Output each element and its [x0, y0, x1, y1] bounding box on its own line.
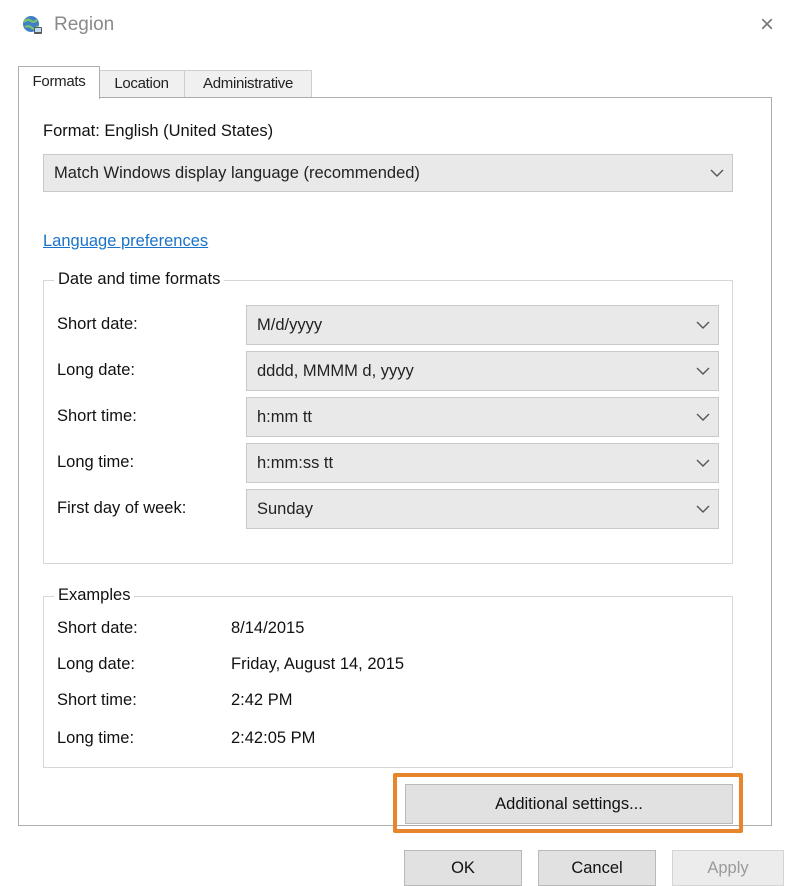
example-long-date-label: Long date: — [57, 655, 135, 673]
cancel-button[interactable]: Cancel — [538, 850, 656, 886]
short-date-value: M/d/yyyy — [257, 315, 323, 334]
globe-network-icon — [23, 16, 42, 34]
short-date-label: Short date: — [57, 315, 138, 333]
first-day-of-week-select[interactable]: Sunday — [246, 489, 719, 529]
example-short-time-label: Short time: — [57, 691, 137, 709]
close-icon[interactable]: × — [752, 10, 782, 40]
format-label: Format: English (United States) — [43, 122, 274, 140]
ok-button[interactable]: OK — [404, 850, 522, 886]
tab-administrative[interactable]: Administrative — [184, 70, 312, 97]
format-select-value: Match Windows display language (recommen… — [54, 163, 420, 182]
group-title: Date and time formats — [54, 270, 225, 289]
tab-location[interactable]: Location — [98, 70, 185, 97]
example-short-date-label: Short date: — [57, 619, 138, 637]
formats-tab-panel: Format: English (United States) Match Wi… — [18, 97, 772, 833]
example-short-time-value: 2:42 PM — [231, 691, 293, 709]
first-day-of-week-label: First day of week: — [57, 499, 187, 517]
example-long-time-label: Long time: — [57, 729, 135, 747]
short-time-select[interactable]: h:mm tt — [246, 397, 719, 437]
region-dialog: Region × Formats Location Administrative… — [0, 0, 788, 886]
short-time-label: Short time: — [57, 407, 137, 425]
window-title: Region — [54, 14, 115, 35]
example-long-date-value: Friday, August 14, 2015 — [231, 655, 405, 673]
title-bar: Region × — [0, 0, 788, 52]
example-short-date-value: 8/14/2015 — [231, 619, 305, 637]
chevron-down-icon — [696, 367, 710, 375]
long-date-select[interactable]: dddd, MMMM d, yyyy — [246, 351, 719, 391]
chevron-down-icon — [710, 169, 724, 177]
long-date-label: Long date: — [57, 361, 135, 379]
chevron-down-icon — [696, 413, 710, 421]
group-title: Examples — [54, 586, 135, 605]
apply-button[interactable]: Apply — [672, 850, 784, 886]
format-select[interactable]: Match Windows display language (recommen… — [43, 154, 733, 192]
example-long-time-value: 2:42:05 PM — [231, 729, 316, 747]
examples-group: Examples Short date: 8/14/2015 Long date… — [43, 586, 733, 768]
short-date-select[interactable]: M/d/yyyy — [246, 305, 719, 345]
additional-settings-button[interactable]: Additional settings... — [405, 784, 733, 824]
long-time-select[interactable]: h:mm:ss tt — [246, 443, 719, 483]
tab-formats[interactable]: Formats — [18, 66, 100, 99]
chevron-down-icon — [696, 321, 710, 329]
date-time-formats-group: Date and time formats Short date: M/d/yy… — [43, 270, 733, 564]
long-time-value: h:mm:ss tt — [257, 453, 334, 472]
long-time-label: Long time: — [57, 453, 135, 471]
short-time-value: h:mm tt — [257, 407, 313, 426]
first-day-of-week-value: Sunday — [257, 499, 313, 518]
chevron-down-icon — [696, 459, 710, 467]
long-date-value: dddd, MMMM d, yyyy — [257, 361, 414, 380]
language-preferences-link[interactable]: Language preferences — [43, 232, 208, 251]
chevron-down-icon — [696, 505, 710, 513]
